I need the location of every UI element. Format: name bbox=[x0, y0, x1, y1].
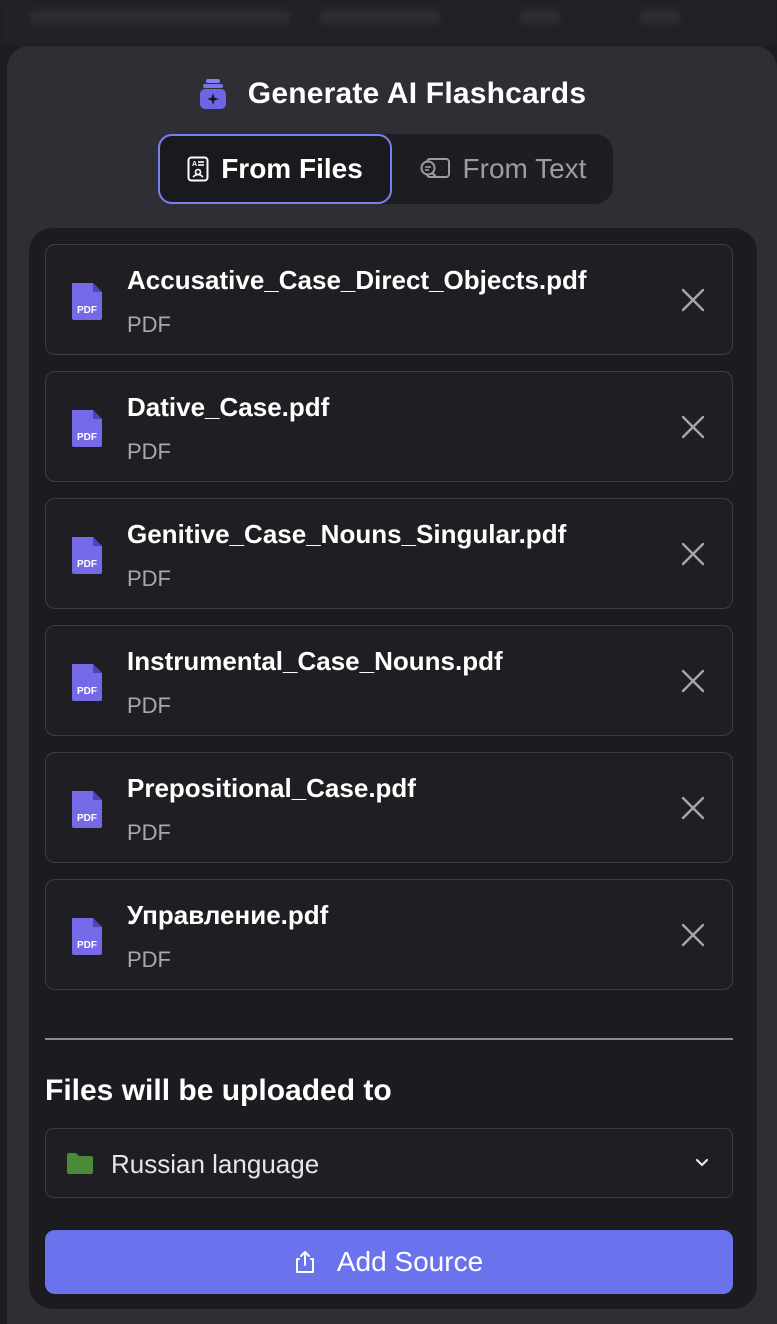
dialog-title: Generate AI Flashcards bbox=[247, 77, 587, 110]
folder-icon bbox=[67, 1153, 93, 1174]
file-name: Accusative_Case_Direct_Objects.pdf bbox=[127, 265, 587, 295]
tab-from-files-label: From Files bbox=[221, 153, 363, 184]
section-divider bbox=[45, 1038, 733, 1040]
remove-file-close-icon[interactable] bbox=[680, 668, 706, 694]
destination-value: Russian language bbox=[111, 1149, 320, 1179]
tab-from-text[interactable]: From Text bbox=[392, 134, 613, 204]
upload-icon bbox=[295, 1251, 314, 1273]
svg-text:PDF: PDF bbox=[77, 432, 97, 443]
svg-text:PDF: PDF bbox=[77, 940, 97, 951]
file-type: PDF bbox=[127, 820, 171, 845]
background-blur-shape bbox=[320, 10, 440, 24]
dialog-header: Generate AI Flashcards bbox=[7, 74, 777, 114]
remove-file-close-icon[interactable] bbox=[680, 287, 706, 313]
svg-text:PDF: PDF bbox=[77, 305, 97, 316]
file-item: PDF Dative_Case.pdf PDF bbox=[45, 371, 733, 482]
remove-file-close-icon[interactable] bbox=[680, 922, 706, 948]
pdf-file-icon: PDF bbox=[72, 410, 102, 447]
background-app bbox=[0, 0, 777, 46]
pdf-file-icon: PDF bbox=[72, 918, 102, 955]
add-source-button[interactable]: Add Source bbox=[45, 1230, 733, 1294]
file-item: PDF Accusative_Case_Direct_Objects.pdf P… bbox=[45, 244, 733, 355]
upload-destination-label: Files will be uploaded to bbox=[45, 1074, 392, 1107]
chevron-down-icon bbox=[695, 1158, 709, 1167]
file-type: PDF bbox=[127, 439, 171, 464]
background-blur-shape bbox=[30, 10, 290, 24]
file-type: PDF bbox=[127, 312, 171, 337]
file-item: PDF Instrumental_Case_Nouns.pdf PDF bbox=[45, 625, 733, 736]
add-source-label: Add Source bbox=[336, 1246, 484, 1277]
svg-text:PDF: PDF bbox=[77, 686, 97, 697]
svg-text:PDF: PDF bbox=[77, 813, 97, 824]
remove-file-close-icon[interactable] bbox=[680, 795, 706, 821]
flashcards-dialog: Generate AI Flashcards A From Files From bbox=[7, 46, 777, 1324]
pdf-file-icon: PDF bbox=[72, 537, 102, 574]
tab-from-text-label: From Text bbox=[462, 153, 587, 184]
pdf-file-icon: PDF bbox=[72, 791, 102, 828]
file-item: PDF Prepositional_Case.pdf PDF bbox=[45, 752, 733, 863]
pdf-file-icon: PDF bbox=[72, 283, 102, 320]
svg-text:A: A bbox=[192, 161, 197, 168]
file-type: PDF bbox=[127, 947, 171, 972]
source-tabs: A From Files From Text bbox=[158, 134, 613, 204]
background-blur-shape bbox=[640, 10, 680, 24]
svg-text:PDF: PDF bbox=[77, 559, 97, 570]
pdf-file-icon: PDF bbox=[72, 664, 102, 701]
files-panel: PDF Accusative_Case_Direct_Objects.pdf P… bbox=[29, 228, 757, 1309]
file-name: Управление.pdf bbox=[127, 900, 329, 930]
text-search-icon bbox=[420, 158, 450, 178]
remove-file-close-icon[interactable] bbox=[680, 414, 706, 440]
file-type: PDF bbox=[127, 693, 171, 718]
remove-file-close-icon[interactable] bbox=[680, 541, 706, 567]
stack-sparkle-icon bbox=[199, 79, 226, 109]
file-item: PDF Управление.pdf PDF bbox=[45, 879, 733, 990]
file-type: PDF bbox=[127, 566, 171, 591]
file-item: PDF Genitive_Case_Nouns_Singular.pdf PDF bbox=[45, 498, 733, 609]
file-name: Instrumental_Case_Nouns.pdf bbox=[127, 646, 503, 676]
file-name: Genitive_Case_Nouns_Singular.pdf bbox=[127, 519, 567, 549]
file-name: Prepositional_Case.pdf bbox=[127, 773, 416, 803]
document-icon: A bbox=[187, 156, 209, 182]
background-blur-shape bbox=[520, 10, 560, 24]
tab-from-files[interactable]: A From Files bbox=[158, 134, 392, 204]
file-name: Dative_Case.pdf bbox=[127, 392, 330, 422]
destination-select[interactable]: Russian language bbox=[45, 1128, 733, 1198]
